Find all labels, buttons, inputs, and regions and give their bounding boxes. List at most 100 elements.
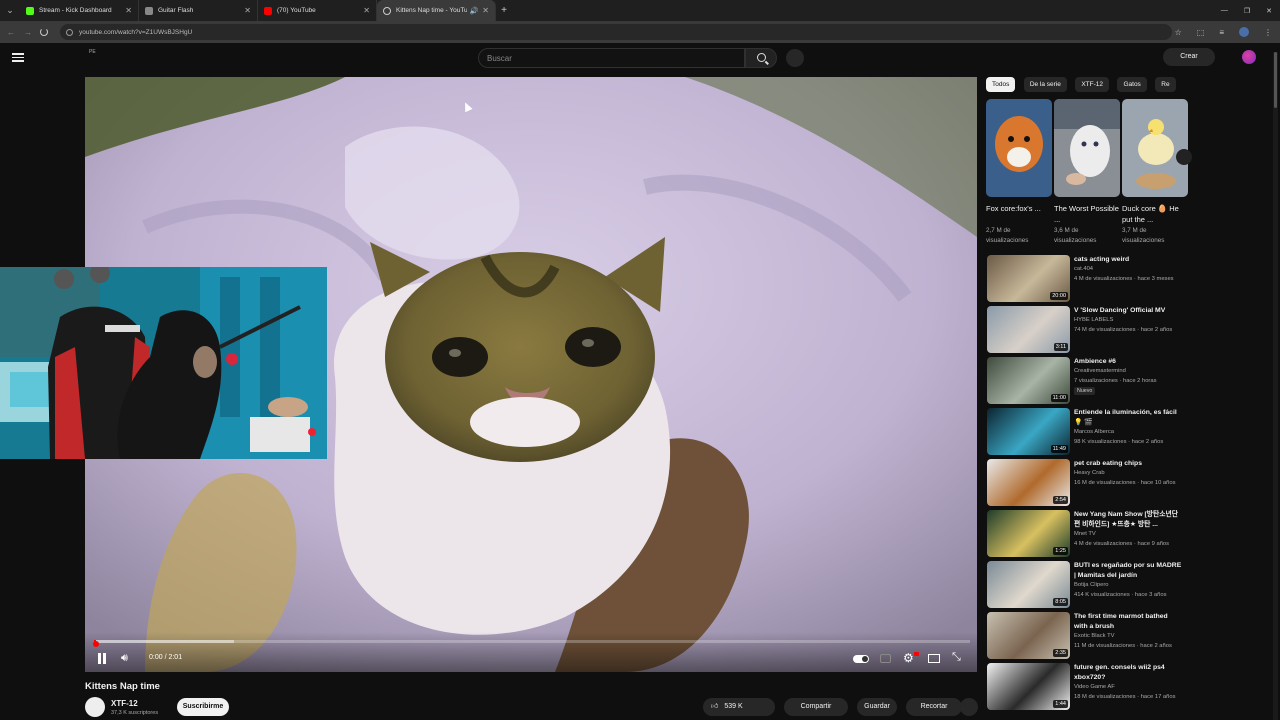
recommendation-channel[interactable]: Heavy Crab [1074,470,1105,476]
volume-icon[interactable]: 🔊︎ [121,652,128,665]
recommendation-channel[interactable]: Marcos Alberca [1074,429,1114,435]
recommendation-item[interactable]: 11:49 Entiende la iluminación, es fácil 💡… [987,408,1182,456]
recommendation-item[interactable]: 11:00 Ambience #6 Creativemastermind 7 visu… [987,357,1182,405]
short-title[interactable]: The Worst Possible ... [1054,203,1120,225]
page-scrollbar[interactable] [1273,52,1278,720]
recommendation-item[interactable]: 3:11 V 'Slow Dancing' Official MV HYBE LAB… [987,306,1182,354]
tab-close-icon[interactable]: ✕ [244,6,251,15]
bookmark-star-icon[interactable]: ☆ [1175,28,1182,37]
chip-gatos[interactable]: Gatos [1117,77,1147,92]
back-icon[interactable]: ← [5,28,17,37]
recommendation-title[interactable]: BUTI es regañado por su MADRE | Mamitas … [1074,561,1182,581]
short-title[interactable]: Duck core 🥚 He put the ... [1122,203,1188,225]
address-bar[interactable]: youtube.com/watch?v=Z1UWsBJSHgU [60,24,1172,40]
recommendation-item[interactable]: 2:54 pet crab eating chips Heavy Crab 16 M … [987,459,1182,507]
window-close-icon[interactable]: ✕ [1266,7,1272,15]
create-button[interactable]: Crear [1163,48,1215,66]
recommendation-title[interactable]: pet crab eating chips [1074,459,1182,469]
recommendation-thumbnail[interactable]: 11:49 [987,408,1070,455]
chip-xtf-12[interactable]: XTF-12 [1075,77,1110,92]
account-avatar[interactable] [1242,50,1256,64]
short-card[interactable]: Fox core:fox's ... 2,7 M de visualizacio… [986,99,1052,246]
recommendation-thumbnail[interactable]: 1:25 [987,510,1070,557]
extensions-icon[interactable]: ⬚ [1197,28,1205,37]
recommendation-title[interactable]: Entiende la iluminación, es fácil 💡 🎬 [1074,408,1182,428]
browser-tab[interactable]: Stream - Kick Dashboard ✕ [20,0,139,21]
short-card[interactable]: The Worst Possible ... 3,6 M de visualiz… [1054,99,1120,246]
subscribe-button[interactable]: Suscribirme [177,698,229,716]
short-thumbnail[interactable] [1054,99,1120,197]
recommendation-channel[interactable]: Exotic Black TV [1074,633,1115,639]
recommendation-thumbnail[interactable]: 2:54 [987,459,1070,506]
shorts-next-arrow-icon[interactable] [1176,149,1192,165]
recommendation-item[interactable]: 1:25 New Yang Nam Show [방탄소년단편 비하인드] ★뜨충★… [987,510,1182,558]
speaker-icon[interactable]: 🔊 [470,7,479,15]
progress-scrubber[interactable] [93,641,99,647]
recommendation-thumbnail[interactable]: 1:44 [987,663,1070,710]
recommendation-thumbnail[interactable]: 8:05 [987,561,1070,608]
recommendation-item[interactable]: 2:35 The first time marmot bathed with a … [987,612,1182,660]
profile-icon[interactable] [1239,27,1249,37]
browser-tab[interactable]: (70) YouTube ✕ [258,0,377,21]
recommendation-thumbnail[interactable]: 3:11 [987,306,1070,353]
theater-mode-icon[interactable] [928,654,940,663]
channel-name[interactable]: XTF-12 [111,699,138,708]
recommendation-channel[interactable]: Video Game AF [1074,684,1115,690]
site-info-icon[interactable] [66,28,73,36]
recommendation-thumbnail[interactable]: 11:00 [987,357,1070,404]
recommendation-channel[interactable]: cat.404 [1074,266,1093,272]
short-title[interactable]: Fox core:fox's ... [986,203,1052,225]
forward-icon[interactable]: → [22,28,34,37]
fullscreen-exit-icon[interactable]: ⤡ [952,651,961,664]
search-button[interactable] [745,48,777,68]
chip-re[interactable]: Re [1155,77,1176,92]
autoplay-toggle[interactable] [853,655,869,663]
progress-bar[interactable] [94,640,970,643]
pause-icon[interactable] [97,653,107,664]
recommendation-title[interactable]: Ambience #6 [1074,357,1182,367]
recommendation-title[interactable]: cats acting weird [1074,255,1182,265]
short-thumbnail[interactable] [1122,99,1188,197]
recommendation-channel[interactable]: Creativemastermind [1074,368,1126,374]
channel-avatar[interactable] [85,697,105,717]
recommendation-channel[interactable]: Mnet TV [1074,531,1096,537]
menu-dots-icon[interactable]: ⋮ [1264,28,1272,37]
chip-de-la-serie[interactable]: De la serie [1023,77,1067,92]
recommendation-item[interactable]: 8:05 BUTI es regañado por su MADRE | Mami… [987,561,1182,609]
subtitles-icon[interactable] [880,654,891,663]
more-actions-button[interactable] [960,698,978,716]
recommendation-thumbnail[interactable]: 20:00 [987,255,1070,302]
browser-tab[interactable]: Guitar Flash ✕ [139,0,258,21]
recommendation-channel[interactable]: HYBE LABELS [1074,317,1113,323]
tab-close-icon[interactable]: ✕ [363,6,370,15]
recommendation-title[interactable]: V 'Slow Dancing' Official MV [1074,306,1182,316]
settings-gear-icon[interactable]: ⚙ [903,651,914,665]
tab-close-icon[interactable]: ✕ [482,6,489,15]
clip-button[interactable]: Recortar [906,698,962,716]
new-tab-icon[interactable]: + [496,5,512,16]
recommendation-item[interactable]: 1:44 future gen. consels wii2 ps4 xbox720… [987,663,1182,711]
short-card[interactable]: Duck core 🥚 He put the ... 3,7 M de visu… [1122,99,1188,246]
save-button[interactable]: Guardar [857,698,897,716]
recommendation-channel[interactable]: Botija Clipero [1074,582,1108,588]
media-icon[interactable]: ≡ [1219,28,1224,37]
search-input[interactable]: Buscar [478,48,745,68]
tab-close-icon[interactable]: ✕ [125,6,132,15]
chip-todos[interactable]: Todos [986,77,1016,92]
maximize-icon[interactable]: ❐ [1244,7,1250,15]
recommendation-title[interactable]: The first time marmot bathed with a brus… [1074,612,1182,632]
browser-tab-active[interactable]: Kittens Nap time - YouTube 🔊 ✕ [377,0,496,21]
hamburger-menu-icon[interactable] [12,53,24,62]
tab-search-icon[interactable]: ⌄ [0,0,20,21]
like-button[interactable]: 👍︎ 539 K [703,698,775,716]
recommendation-item[interactable]: 20:00 cats acting weird cat.404 4 M de visu… [987,255,1182,303]
reload-spinner-icon[interactable] [40,28,48,36]
short-thumbnail[interactable] [986,99,1052,197]
recommendation-title[interactable]: future gen. consels wii2 ps4 xbox720? [1074,663,1182,683]
recommendation-thumbnail[interactable]: 2:35 [987,612,1070,659]
voice-search-button[interactable] [786,49,804,67]
minimize-icon[interactable]: — [1221,7,1228,14]
recommendation-title[interactable]: New Yang Nam Show [방탄소년단편 비하인드] ★뜨충★ 방탄 … [1074,510,1182,530]
share-button[interactable]: Compartir [784,698,848,716]
scrollbar-thumb[interactable] [1274,52,1277,108]
